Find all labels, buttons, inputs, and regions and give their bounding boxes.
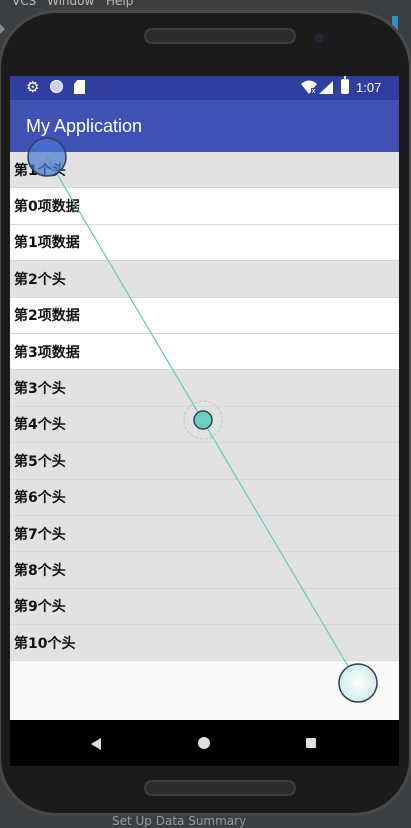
row-label: 第3个头 bbox=[14, 381, 66, 398]
row-label: 第2个头 bbox=[14, 271, 66, 288]
sticky-header-list[interactable]: 第1个头 第0项数据 第1项数据 第2个头 第2项数据 第3项数据 第3个头 第… bbox=[10, 152, 399, 662]
list-header[interactable]: 第9个头 bbox=[10, 588, 399, 626]
front-camera bbox=[314, 33, 324, 43]
list-item[interactable]: 第3项数据 bbox=[10, 333, 399, 371]
battery-icon bbox=[341, 76, 349, 94]
list-header[interactable]: 第4个头 bbox=[10, 406, 399, 444]
list-header[interactable]: 第3个头 bbox=[10, 370, 399, 407]
row-label: 第10个头 bbox=[14, 635, 76, 652]
device-screen: ⚙ x 1:07 My Application 第1个头 第0项数据 第1项数据… bbox=[10, 76, 399, 720]
gear-icon: ⚙ bbox=[26, 78, 40, 96]
menu-vcs[interactable]: VCS bbox=[12, 0, 36, 8]
row-label: 第7个头 bbox=[14, 526, 66, 543]
row-label: 第0项数据 bbox=[14, 199, 80, 216]
app-bar: My Application bbox=[10, 100, 399, 152]
menu-help[interactable]: Help bbox=[106, 0, 133, 8]
row-label: 第1个头 bbox=[14, 162, 66, 179]
row-label: 第5个头 bbox=[14, 453, 66, 470]
top-speaker bbox=[144, 28, 296, 44]
ide-menubar: VCS Window Help bbox=[0, 0, 411, 8]
list-item[interactable]: 第1项数据 bbox=[10, 224, 399, 262]
sd-card-icon bbox=[74, 80, 85, 94]
circle-icon bbox=[50, 80, 63, 93]
row-label: 第1项数据 bbox=[14, 235, 80, 252]
list-header[interactable]: 第2个头 bbox=[10, 261, 399, 298]
ide-bottom-text: Set Up Data Summary bbox=[112, 814, 247, 828]
svg-text:x: x bbox=[312, 87, 316, 94]
list-item[interactable]: 第0项数据 bbox=[10, 188, 399, 225]
list-header[interactable]: 第10个头 bbox=[10, 625, 399, 662]
home-icon[interactable] bbox=[198, 737, 210, 749]
row-label: 第4个头 bbox=[14, 417, 66, 434]
status-bar: ⚙ x 1:07 bbox=[10, 76, 399, 100]
navigation-bar bbox=[10, 720, 399, 766]
list-item[interactable]: 第2项数据 bbox=[10, 297, 399, 334]
signal-icon bbox=[319, 81, 333, 94]
row-label: 第6个头 bbox=[14, 490, 66, 507]
row-label: 第9个头 bbox=[14, 599, 66, 616]
row-label: 第3项数据 bbox=[14, 344, 80, 361]
app-title: My Application bbox=[26, 116, 143, 136]
wifi-icon: x bbox=[301, 80, 317, 94]
list-header[interactable]: 第6个头 bbox=[10, 479, 399, 516]
list-header[interactable]: 第7个头 bbox=[10, 515, 399, 553]
list-header[interactable]: 第8个头 bbox=[10, 552, 399, 589]
recents-icon[interactable] bbox=[306, 738, 316, 748]
list-header[interactable]: 第1个头 bbox=[10, 152, 399, 189]
status-time: 1:07 bbox=[356, 80, 382, 95]
menu-window[interactable]: Window bbox=[47, 0, 94, 8]
back-icon[interactable] bbox=[91, 738, 101, 750]
list-header[interactable]: 第5个头 bbox=[10, 443, 399, 480]
collapse-arrow-icon[interactable] bbox=[0, 24, 5, 34]
row-label: 第8个头 bbox=[14, 562, 66, 579]
bottom-speaker bbox=[144, 780, 296, 796]
row-label: 第2项数据 bbox=[14, 308, 80, 325]
